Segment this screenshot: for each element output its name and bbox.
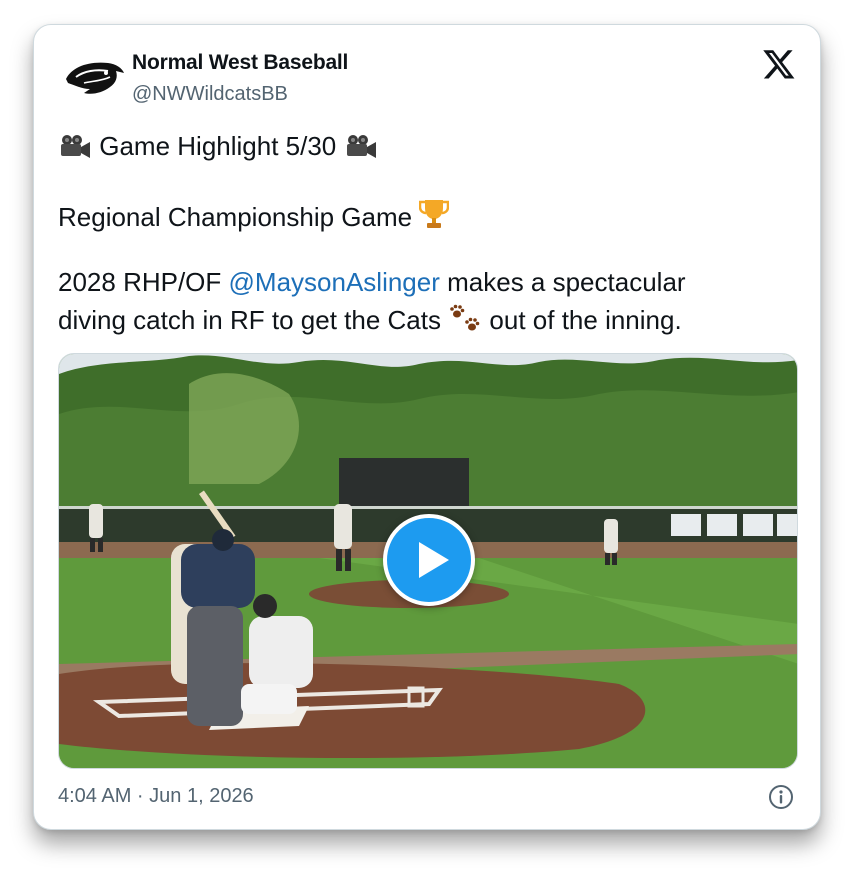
wildcat-logo-icon[interactable]: [62, 53, 126, 101]
trophy-emoji: [419, 200, 450, 228]
tweet-line-2-text: Regional Championship Game: [58, 202, 413, 232]
tweet-line-4-prefix: diving catch in RF to get the Cats: [58, 305, 449, 335]
tweet-line-4: diving catch in RF to get the Cats out o…: [58, 303, 682, 336]
play-icon: [419, 542, 449, 578]
tweet-line-1: Game Highlight 5/30: [58, 131, 378, 162]
tweet-line-4-suffix: out of the inning.: [482, 305, 682, 335]
info-icon[interactable]: [768, 784, 794, 810]
mention-link[interactable]: @MaysonAslinger: [229, 267, 440, 297]
tweet-card: Normal West Baseball @NWWildcatsBB Game …: [33, 24, 821, 830]
tweet-timestamp[interactable]: 4:04 AM · Jun 1, 2026: [58, 785, 254, 808]
tweet-line-1-text: Game Highlight 5/30: [99, 131, 337, 161]
tweet-line-3: 2028 RHP/OF @MaysonAslinger makes a spec…: [58, 267, 686, 298]
account-handle[interactable]: @NWWildcatsBB: [132, 83, 288, 106]
tweet-line-2: Regional Championship Game: [58, 198, 450, 233]
movie-camera-emoji: [346, 135, 376, 158]
tweet-line-3-suffix: makes a spectacular: [439, 267, 686, 297]
paw-prints-emoji: [450, 304, 480, 331]
movie-camera-emoji: [61, 135, 90, 158]
video-player[interactable]: [58, 353, 798, 769]
play-button[interactable]: [383, 514, 475, 606]
tweet-line-3-prefix: 2028 RHP/OF: [58, 267, 229, 297]
x-logo-icon[interactable]: [762, 47, 796, 81]
account-name[interactable]: Normal West Baseball: [132, 51, 348, 75]
